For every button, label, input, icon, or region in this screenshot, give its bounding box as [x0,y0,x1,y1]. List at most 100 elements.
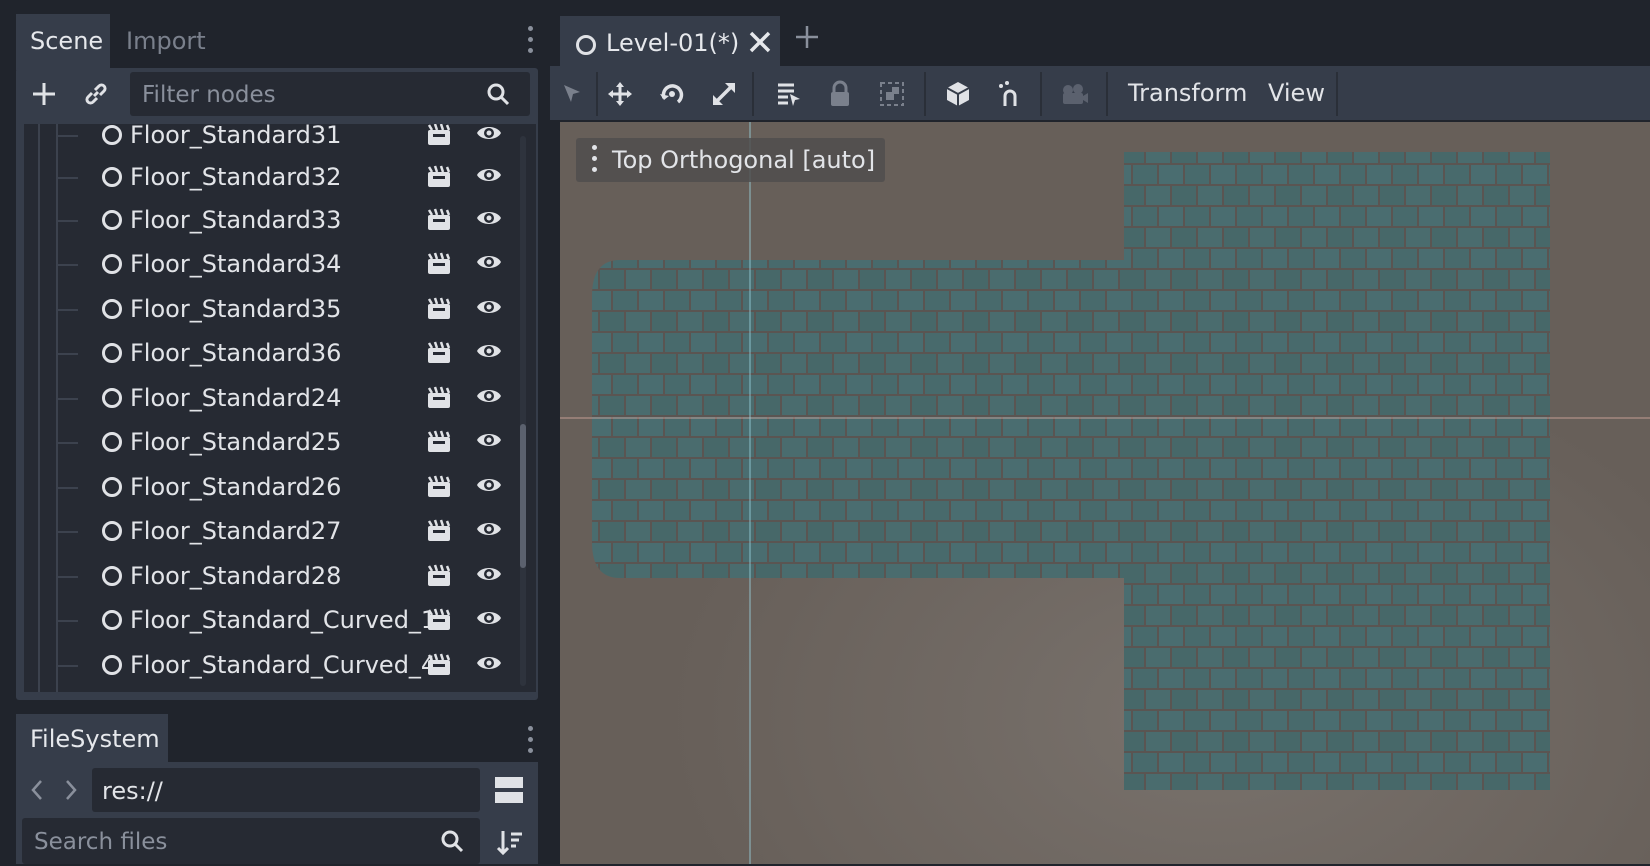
path-input[interactable] [92,768,484,814]
cursor-icon [564,85,580,102]
tab-scene[interactable]: Scene [16,14,110,70]
tree-row[interactable]: Floor_Standard35 [24,288,534,332]
tree-row[interactable]: Floor_Standard28 [24,555,534,599]
scene-tree[interactable]: Floor_Standard31 Floor_Standard32 Floor_… [24,124,536,692]
tree-row[interactable]: Floor_Standard_Curved_4 [24,644,534,688]
tree-branch [58,264,78,266]
transform-menu[interactable]: Transform [1128,76,1247,110]
filesystem-dock: FileSystem [0,712,550,866]
open-in-editor-icon[interactable] [426,250,452,276]
visibility-eye-icon[interactable] [476,296,502,318]
scale-icon [713,83,735,105]
camera-icon [1063,84,1088,104]
node3d-icon [102,655,122,675]
3d-viewport[interactable]: Top Orthogonal [auto] [560,122,1650,864]
lock-icon [831,80,849,106]
open-in-editor-icon[interactable] [426,206,452,232]
close-icon[interactable] [748,30,772,54]
node3d-icon [102,210,122,230]
open-in-editor-icon[interactable] [426,124,452,147]
scene-tab[interactable]: Level-01(*) [560,16,780,72]
visibility-eye-icon[interactable] [476,474,502,496]
snap-button[interactable] [990,74,1030,114]
open-in-editor-icon[interactable] [426,339,452,365]
filesystem-panel [16,762,538,866]
move-icon [608,82,632,106]
local-space-button[interactable] [938,74,978,114]
visibility-eye-icon[interactable] [476,429,502,451]
tree-branch [58,487,78,489]
open-in-editor-icon[interactable] [426,163,452,189]
move-mode-button[interactable] [600,74,640,114]
node3d-icon [102,388,122,408]
tree-row[interactable]: Floor_Standard26 [24,466,534,510]
visibility-eye-icon[interactable] [476,607,502,629]
select-mode-button[interactable] [552,74,592,114]
node-label: Floor_Standard32 [130,163,342,191]
rotate-mode-button[interactable] [652,74,692,114]
tree-row[interactable]: Floor_Standard32 [24,156,534,200]
scene-dock-menu-icon[interactable] [526,26,534,60]
toolbar-separator [1106,72,1108,116]
tree-row[interactable]: Floor_Standard24 [24,377,534,421]
tree-row[interactable]: Floor_Standard36 [24,332,534,376]
path-box [92,768,484,814]
visibility-eye-icon[interactable] [476,164,502,186]
sort-icon[interactable] [496,828,524,856]
add-node-button[interactable] [24,74,64,114]
split-view-icon[interactable] [494,776,524,804]
tree-row[interactable]: Floor_Standard_Curved_1 [24,599,534,643]
visibility-eye-icon[interactable] [476,518,502,540]
open-in-editor-icon[interactable] [426,384,452,410]
open-in-editor-icon[interactable] [426,606,452,632]
tab-import[interactable]: Import [112,14,222,70]
filesystem-menu-icon[interactable] [526,726,534,760]
visibility-eye-icon[interactable] [476,340,502,362]
tree-branch [58,531,78,533]
visibility-eye-icon[interactable] [476,251,502,273]
plus-icon [796,26,818,48]
scene-tree-scrollbar[interactable] [520,136,526,686]
camera-override-button[interactable] [1054,74,1094,114]
add-scene-tab-button[interactable] [794,24,820,50]
open-in-editor-icon[interactable] [426,428,452,454]
viewport-view-menu[interactable]: Top Orthogonal [auto] [576,138,886,182]
tree-branch [58,665,78,667]
scene-tree-scroll-thumb[interactable] [520,424,526,568]
search-files-input[interactable] [22,818,436,866]
open-in-editor-icon[interactable] [426,651,452,677]
lock-button[interactable] [820,74,860,114]
node-label: Floor_Standard31 [130,124,342,149]
visibility-eye-icon[interactable] [476,207,502,229]
group-button[interactable] [872,74,912,114]
visibility-eye-icon[interactable] [476,124,502,144]
open-in-editor-icon[interactable] [426,562,452,588]
list-select-button[interactable] [768,74,808,114]
toolbar-separator [1336,72,1338,116]
tree-row[interactable]: Floor_Standard34 [24,243,534,287]
open-in-editor-icon[interactable] [426,295,452,321]
forward-icon[interactable] [64,778,78,802]
tree-row[interactable]: Floor_Standard25 [24,421,534,465]
visibility-eye-icon[interactable] [476,385,502,407]
search-icon[interactable] [440,829,464,853]
search-icon[interactable] [486,82,510,106]
view-menu[interactable]: View [1268,76,1325,110]
group-icon [880,82,904,106]
visibility-eye-icon[interactable] [476,652,502,674]
visibility-eye-icon[interactable] [476,563,502,585]
open-in-editor-icon[interactable] [426,473,452,499]
tree-row[interactable]: Floor_Standard27 [24,510,534,554]
editor-area: Level-01(*) Transform View Top Orthogona… [550,0,1650,864]
scene-dock: Scene Import Filter nodes Floor_Standard… [0,0,550,712]
back-icon[interactable] [30,778,44,802]
open-in-editor-icon[interactable] [426,517,452,543]
tab-filesystem[interactable]: FileSystem [16,714,168,764]
node-label: Floor_Standard28 [130,562,342,590]
scale-mode-button[interactable] [704,74,744,114]
tree-row[interactable]: Floor_Standard33 [24,199,534,243]
filter-nodes-input[interactable] [130,72,484,118]
instance-scene-button[interactable] [76,74,116,114]
tree-row[interactable]: Floor_Standard31 [24,124,534,158]
search-files-box [22,818,480,866]
